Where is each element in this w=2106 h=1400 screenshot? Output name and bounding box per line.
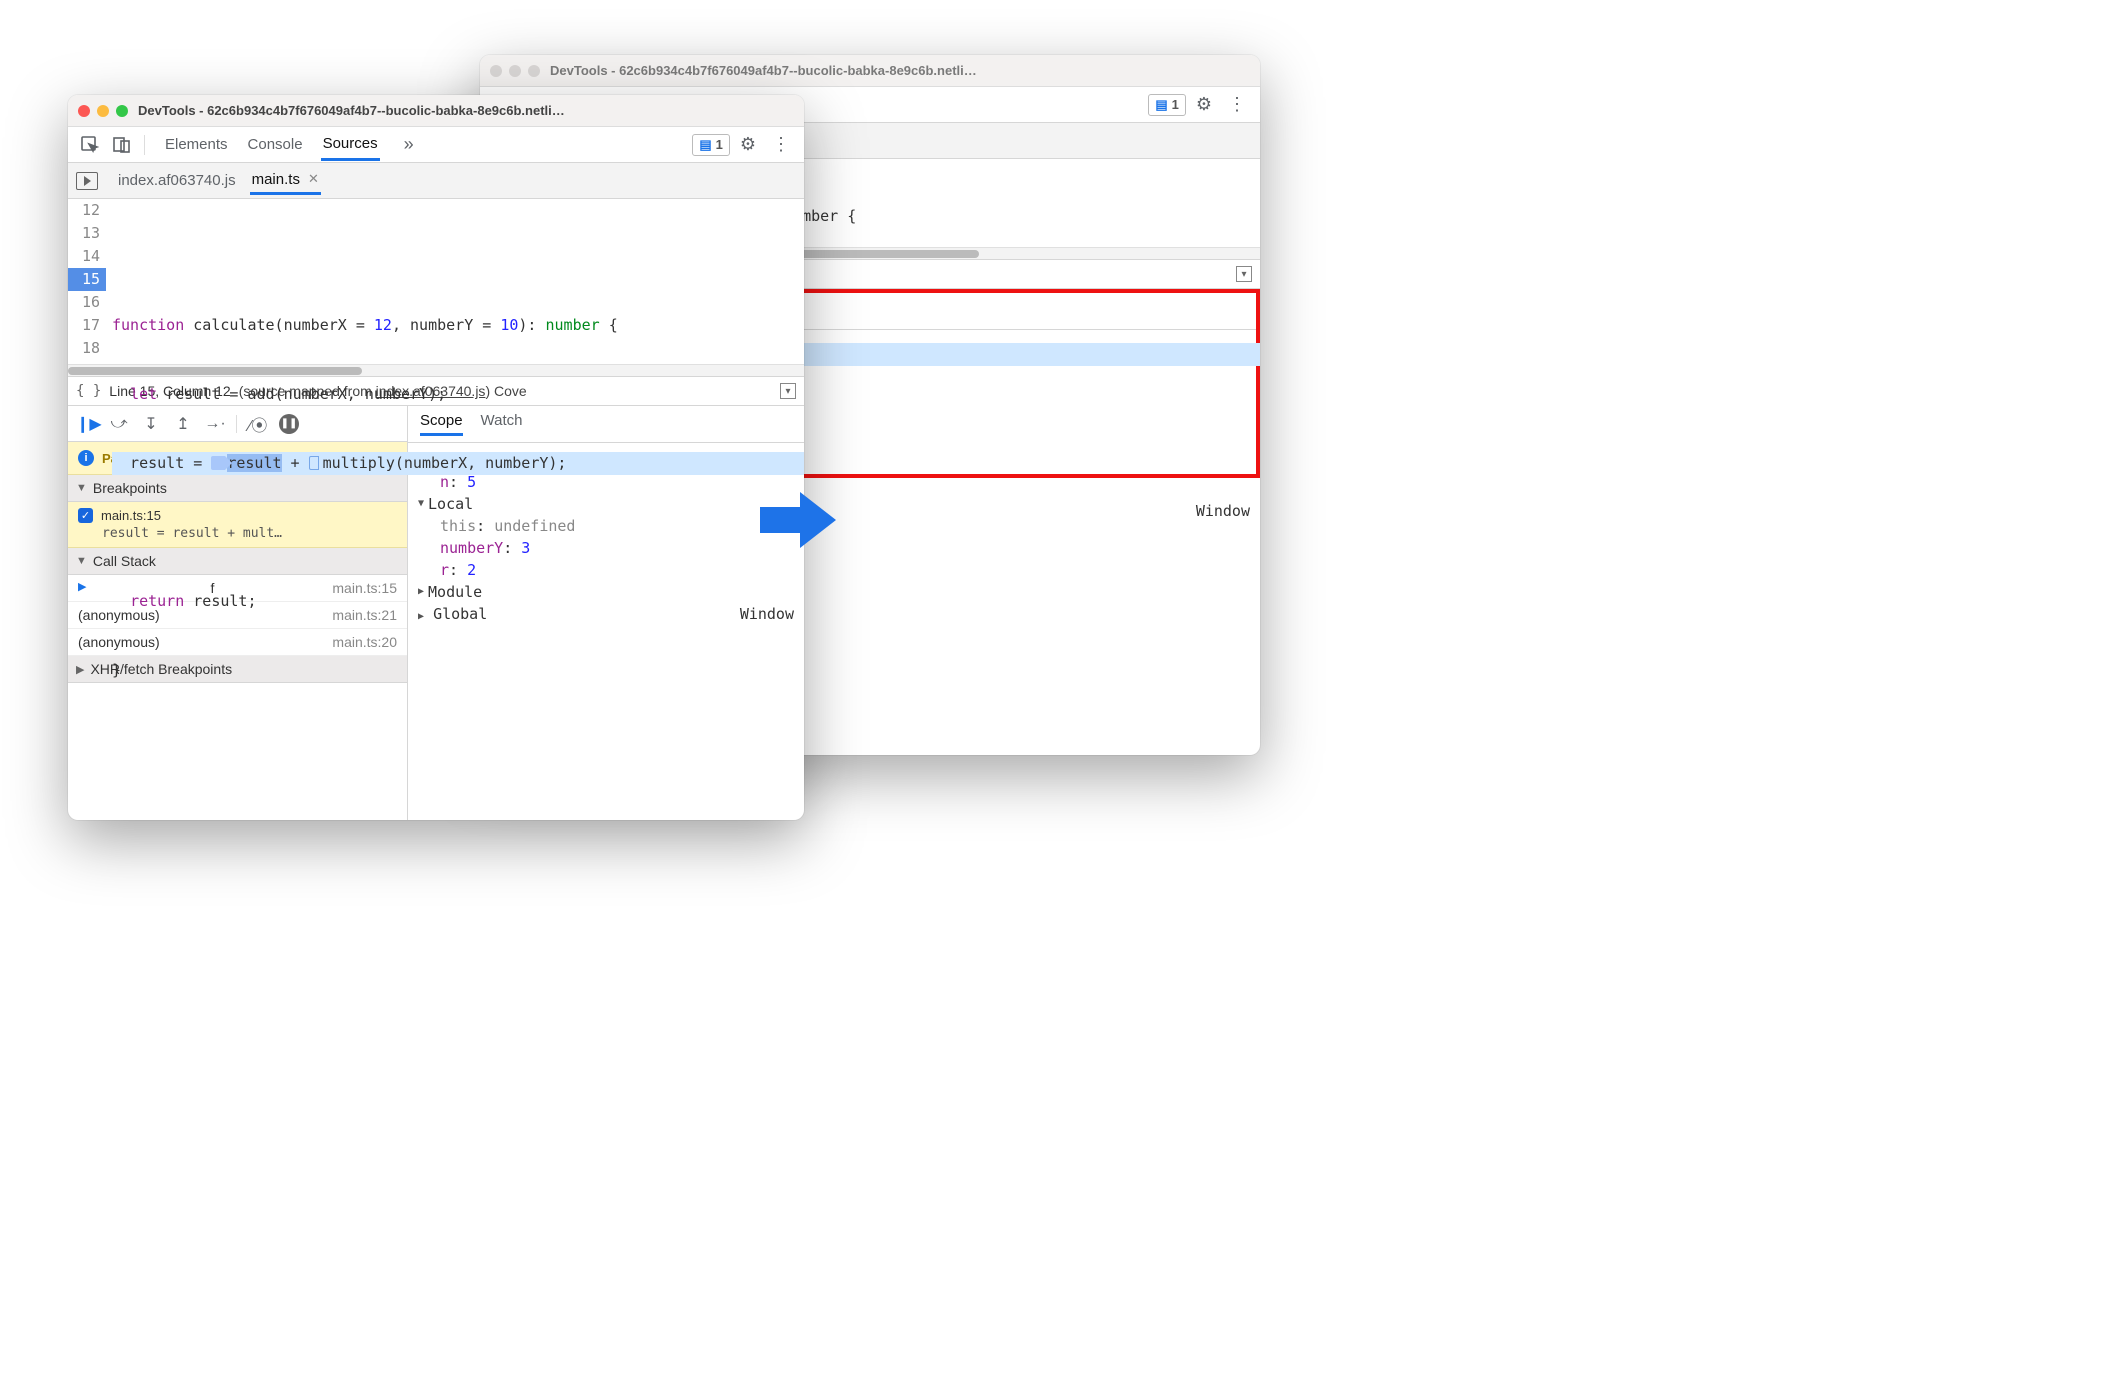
line-no: 14	[68, 245, 106, 268]
breakpoint-marker-icon	[309, 456, 319, 470]
line-no: 15	[68, 268, 106, 291]
titlebar[interactable]: DevTools - 62c6b934c4b7f676049af4b7--buc…	[68, 95, 804, 127]
toolbar: Elements Console Sources » ▤ 1 ⚙ ⋮	[68, 127, 804, 163]
checkbox-checked-icon[interactable]: ✓	[78, 508, 93, 523]
code-line: return result;	[112, 590, 804, 613]
gear-icon[interactable]: ⚙	[1190, 94, 1218, 115]
pretty-print-icon[interactable]: { }	[76, 383, 101, 399]
kebab-icon[interactable]: ⋮	[1222, 94, 1252, 115]
traffic-lights[interactable]	[490, 65, 540, 77]
messages-badge[interactable]: ▤ 1	[1148, 94, 1186, 116]
file-tabs: index.af063740.js main.ts✕	[68, 163, 804, 199]
close-dot[interactable]	[490, 65, 502, 77]
code-editor[interactable]: 12 13 14 15 16 17 18 function calculate(…	[68, 199, 804, 364]
messages-badge[interactable]: ▤ 1	[692, 134, 730, 156]
horizontal-scrollbar[interactable]	[68, 364, 804, 376]
file-tab-2[interactable]: main.ts✕	[250, 167, 321, 195]
window-title: DevTools - 62c6b934c4b7f676049af4b7--buc…	[138, 103, 565, 118]
code-line	[112, 521, 804, 544]
close-icon[interactable]: ✕	[308, 171, 319, 187]
code-line: function calculate(numberX = 12, numberY…	[112, 314, 804, 337]
line-no: 18	[68, 337, 106, 360]
max-dot[interactable]	[116, 105, 128, 117]
line-no: 17	[68, 314, 106, 337]
chevron-down-icon: ▼	[76, 555, 87, 567]
resume-icon[interactable]: ❙▶	[76, 414, 98, 434]
line-gutter[interactable]: 12 13 14 15 16 17 18	[68, 199, 106, 364]
tab-console[interactable]: Console	[246, 130, 305, 159]
kebab-icon[interactable]: ⋮	[766, 134, 796, 155]
message-icon: ▤	[699, 137, 711, 153]
code-line-highlighted: result = result + multiply(numberX, numb…	[112, 452, 804, 475]
max-dot[interactable]	[528, 65, 540, 77]
chevron-right-icon: ▶	[76, 663, 84, 676]
device-icon[interactable]	[108, 131, 136, 159]
min-dot[interactable]	[97, 105, 109, 117]
titlebar[interactable]: DevTools - 62c6b934c4b7f676049af4b7--buc…	[480, 55, 1260, 87]
gear-icon[interactable]: ⚙	[734, 134, 762, 155]
breakpoint-marker-icon	[211, 456, 225, 470]
inspect-icon[interactable]	[76, 131, 104, 159]
global-window-label: Window	[1196, 500, 1250, 525]
file-tab-1[interactable]: index.af063740.js	[116, 168, 238, 193]
code-line: }	[112, 659, 804, 682]
info-icon: i	[78, 450, 94, 466]
code-line	[112, 245, 804, 268]
message-icon: ▤	[1155, 97, 1167, 113]
line-no: 12	[68, 199, 106, 222]
tab-sources[interactable]: Sources	[321, 129, 380, 161]
messages-count: 1	[716, 137, 723, 152]
messages-count: 1	[1172, 97, 1179, 112]
line-no: 13	[68, 222, 106, 245]
show-navigator-icon[interactable]	[76, 172, 98, 190]
traffic-lights[interactable]	[78, 105, 128, 117]
min-dot[interactable]	[509, 65, 521, 77]
devtools-window-front: DevTools - 62c6b934c4b7f676049af4b7--buc…	[68, 95, 804, 820]
tab-elements[interactable]: Elements	[163, 130, 230, 159]
chevron-down-icon: ▼	[76, 482, 87, 494]
close-dot[interactable]	[78, 105, 90, 117]
window-title: DevTools - 62c6b934c4b7f676049af4b7--buc…	[550, 63, 977, 78]
code-line: let result = add(numberX, numberY);	[112, 383, 804, 406]
line-no: 16	[68, 291, 106, 314]
tabs-overflow-icon[interactable]: »	[396, 134, 422, 155]
